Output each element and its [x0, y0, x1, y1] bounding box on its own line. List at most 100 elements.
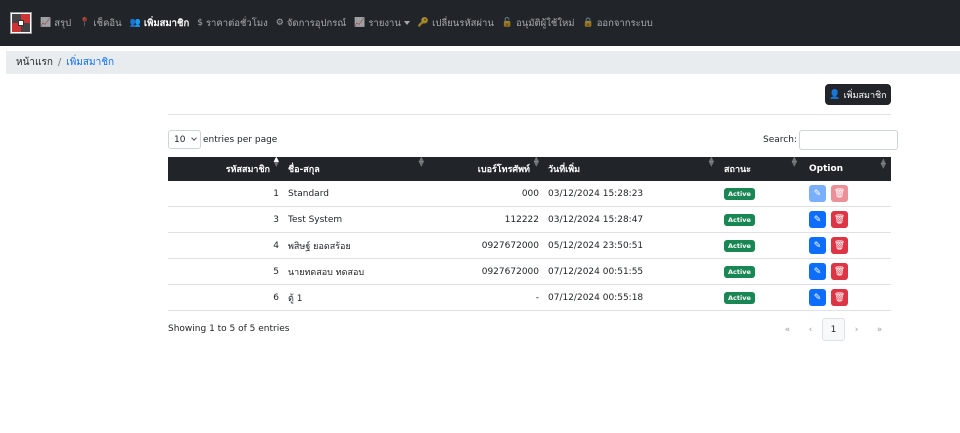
cell-id: 3: [273, 214, 279, 225]
cell-phone: 112222: [504, 214, 539, 225]
cell-id: 1: [273, 188, 279, 199]
status-badge: Active: [724, 265, 755, 278]
cell-date: 07/12/2024 00:55:18: [548, 292, 644, 303]
table-header: รหัสสมาชิก ▲ ▼ ชื่อ-สกุล ▲ ▼ เบอร์โทรศัพท์ ▲ ▼ วั…: [168, 156, 891, 181]
delete-button[interactable]: 🗑: [831, 211, 848, 228]
chart-icon: 📈: [40, 17, 52, 28]
edit-button[interactable]: ✎: [809, 211, 826, 228]
cell-status: Active: [718, 291, 801, 304]
unlock-icon: 🔓: [501, 17, 514, 28]
nav-item-label: รายงาน: [368, 17, 401, 29]
cell-name: นายทดสอบ ทดสอบ: [288, 267, 365, 278]
table-row: 5 นายทดสอบ ทดสอบ 0927672000 07/12/2024 00:5…: [168, 259, 891, 285]
entries-per-page-value: 10: [174, 134, 186, 145]
cell-name: Test System: [288, 214, 343, 225]
header-label: รหัสสมาชิก: [225, 165, 270, 175]
cell-date: 07/12/2024 00:51:55: [548, 266, 644, 277]
cell-date: 03/12/2024 15:28:23: [548, 188, 644, 199]
header-option[interactable]: Option ▲ ▼: [801, 158, 891, 175]
cell-name: Standard: [288, 188, 329, 199]
tools-icon: ⚙: [275, 17, 284, 28]
nav-item-chart[interactable]: 📈 สรุป: [40, 16, 71, 31]
nav-item-lock[interactable]: 🔒 ออกจากระบบ: [582, 16, 652, 31]
edit-button[interactable]: ✎: [809, 289, 826, 306]
nav-item-tools[interactable]: ⚙ จัดการอุปกรณ์: [276, 16, 346, 31]
delete-button[interactable]: 🗑: [831, 237, 848, 254]
cell-id: 6: [273, 292, 279, 303]
delete-button[interactable]: 🗑: [831, 289, 848, 306]
page-next-button[interactable]: ›: [845, 318, 868, 341]
header-label: Option: [809, 164, 844, 174]
breadcrumb-current[interactable]: เพิ่มสมาชิก: [66, 55, 114, 70]
members-table: รหัสสมาชิก ▲ ▼ ชื่อ-สกุล ▲ ▼ เบอร์โทรศัพท์ ▲ ▼ วั…: [168, 156, 891, 311]
table-info: Showing 1 to 5 of 5 entries: [168, 324, 290, 334]
sort-icon: ▲ ▼: [418, 155, 424, 168]
nav-item-users[interactable]: 👥 เพิ่มสมาชิก: [130, 16, 190, 31]
location-icon: 📍: [79, 17, 91, 28]
header-name[interactable]: ชื่อ-สกุล ▲ ▼: [282, 156, 428, 176]
add-member-label: เพิ่มสมาชิก: [843, 90, 887, 101]
dollar-icon: $: [197, 17, 203, 28]
trash-icon: 🗑: [833, 292, 846, 303]
page-current-button[interactable]: 1: [822, 318, 845, 341]
nav-item-label: ราคาต่อชั่วโมง: [205, 17, 268, 29]
edit-button[interactable]: ✎: [809, 185, 826, 202]
cell-phone: 0927672000: [481, 240, 539, 251]
nav-item-label: อนุมัติผู้ใช้ใหม่: [516, 17, 575, 29]
cell-id: 4: [273, 240, 279, 251]
nav-item-key[interactable]: 🔑 เปลี่ยนรหัสผ่าน: [418, 16, 494, 31]
cell-name: ตู้ 1: [288, 293, 303, 304]
nav-item-report[interactable]: 📈 รายงาน: [354, 16, 410, 31]
pencil-icon: ✎: [813, 292, 822, 303]
sort-icon: ▲ ▼: [533, 155, 539, 168]
sort-icon: ▲ ▼: [273, 155, 279, 168]
delete-button[interactable]: 🗑: [831, 185, 848, 202]
pencil-icon: ✎: [813, 188, 822, 199]
page-prev-button[interactable]: ‹: [799, 318, 822, 341]
cell-date: 03/12/2024 15:28:47: [548, 214, 644, 225]
page-last-button[interactable]: »: [868, 318, 891, 341]
cell-option: ✎ 🗑: [801, 263, 891, 280]
nav-item-label: ออกจากระบบ: [596, 17, 653, 29]
lock-icon: 🔒: [582, 17, 594, 28]
navbar: 📈 สรุป 📍 เช็คอิน 👥 เพิ่มสมาชิก $ ราคาต่อชั่วโมง…: [0, 0, 960, 46]
page-first-button[interactable]: «: [776, 318, 799, 341]
cell-phone: -: [535, 292, 539, 303]
status-badge: Active: [724, 213, 755, 226]
cell-option: ✎ 🗑: [801, 237, 891, 254]
table-body: 1 Standard 000 03/12/2024 15:28:23 Active ✎ 🗑 3…: [168, 181, 891, 311]
entries-per-page-select[interactable]: 10: [168, 130, 201, 149]
header-label: วันที่เพิ่ม: [548, 165, 581, 175]
header-phone[interactable]: เบอร์โทรศัพท์ ▲ ▼: [428, 156, 542, 176]
users-icon: 👥: [129, 17, 141, 28]
nav-item-dollar[interactable]: $ ราคาต่อชั่วโมง: [197, 16, 268, 31]
nav-item-label: เพิ่มสมาชิก: [143, 17, 190, 29]
nav-item-location[interactable]: 📍 เช็คอิน: [79, 16, 121, 31]
header-member-id[interactable]: รหัสสมาชิก ▲ ▼: [168, 156, 282, 176]
cell-name: พสิษฐ์ ยอดสร้อย: [288, 241, 351, 252]
cell-status: Active: [718, 265, 801, 278]
trash-icon: 🗑: [833, 266, 846, 277]
table-row: 3 Test System 112222 03/12/2024 15:28:47 Act…: [168, 207, 891, 233]
cell-phone: 0927672000: [481, 266, 539, 277]
nav-item-label: สรุป: [54, 17, 72, 29]
header-label: ชื่อ-สกุล: [288, 165, 320, 175]
delete-button[interactable]: 🗑: [831, 263, 848, 280]
cell-id: 5: [273, 266, 279, 277]
header-status[interactable]: สถานะ ▲ ▼: [718, 156, 801, 176]
breadcrumb-separator: /: [57, 57, 62, 68]
key-icon: 🔑: [417, 17, 430, 28]
pencil-icon: ✎: [813, 240, 822, 251]
brand-logo[interactable]: [10, 12, 32, 34]
add-member-button[interactable]: 👤 เพิ่มสมาชิก: [825, 84, 891, 105]
sort-icon: ▲ ▼: [791, 155, 797, 168]
search-input[interactable]: [798, 130, 898, 150]
cell-option: ✎ 🗑: [801, 185, 891, 202]
chevron-down-icon: [191, 135, 197, 141]
breadcrumb-home[interactable]: หน้าแรก: [16, 55, 53, 70]
header-label: สถานะ: [724, 165, 751, 175]
header-date-added[interactable]: วันที่เพิ่ม ▲ ▼: [542, 156, 718, 176]
edit-button[interactable]: ✎: [809, 237, 826, 254]
edit-button[interactable]: ✎: [809, 263, 826, 280]
nav-item-unlock[interactable]: 🔓 อนุมัติผู้ใช้ใหม่: [502, 16, 575, 31]
